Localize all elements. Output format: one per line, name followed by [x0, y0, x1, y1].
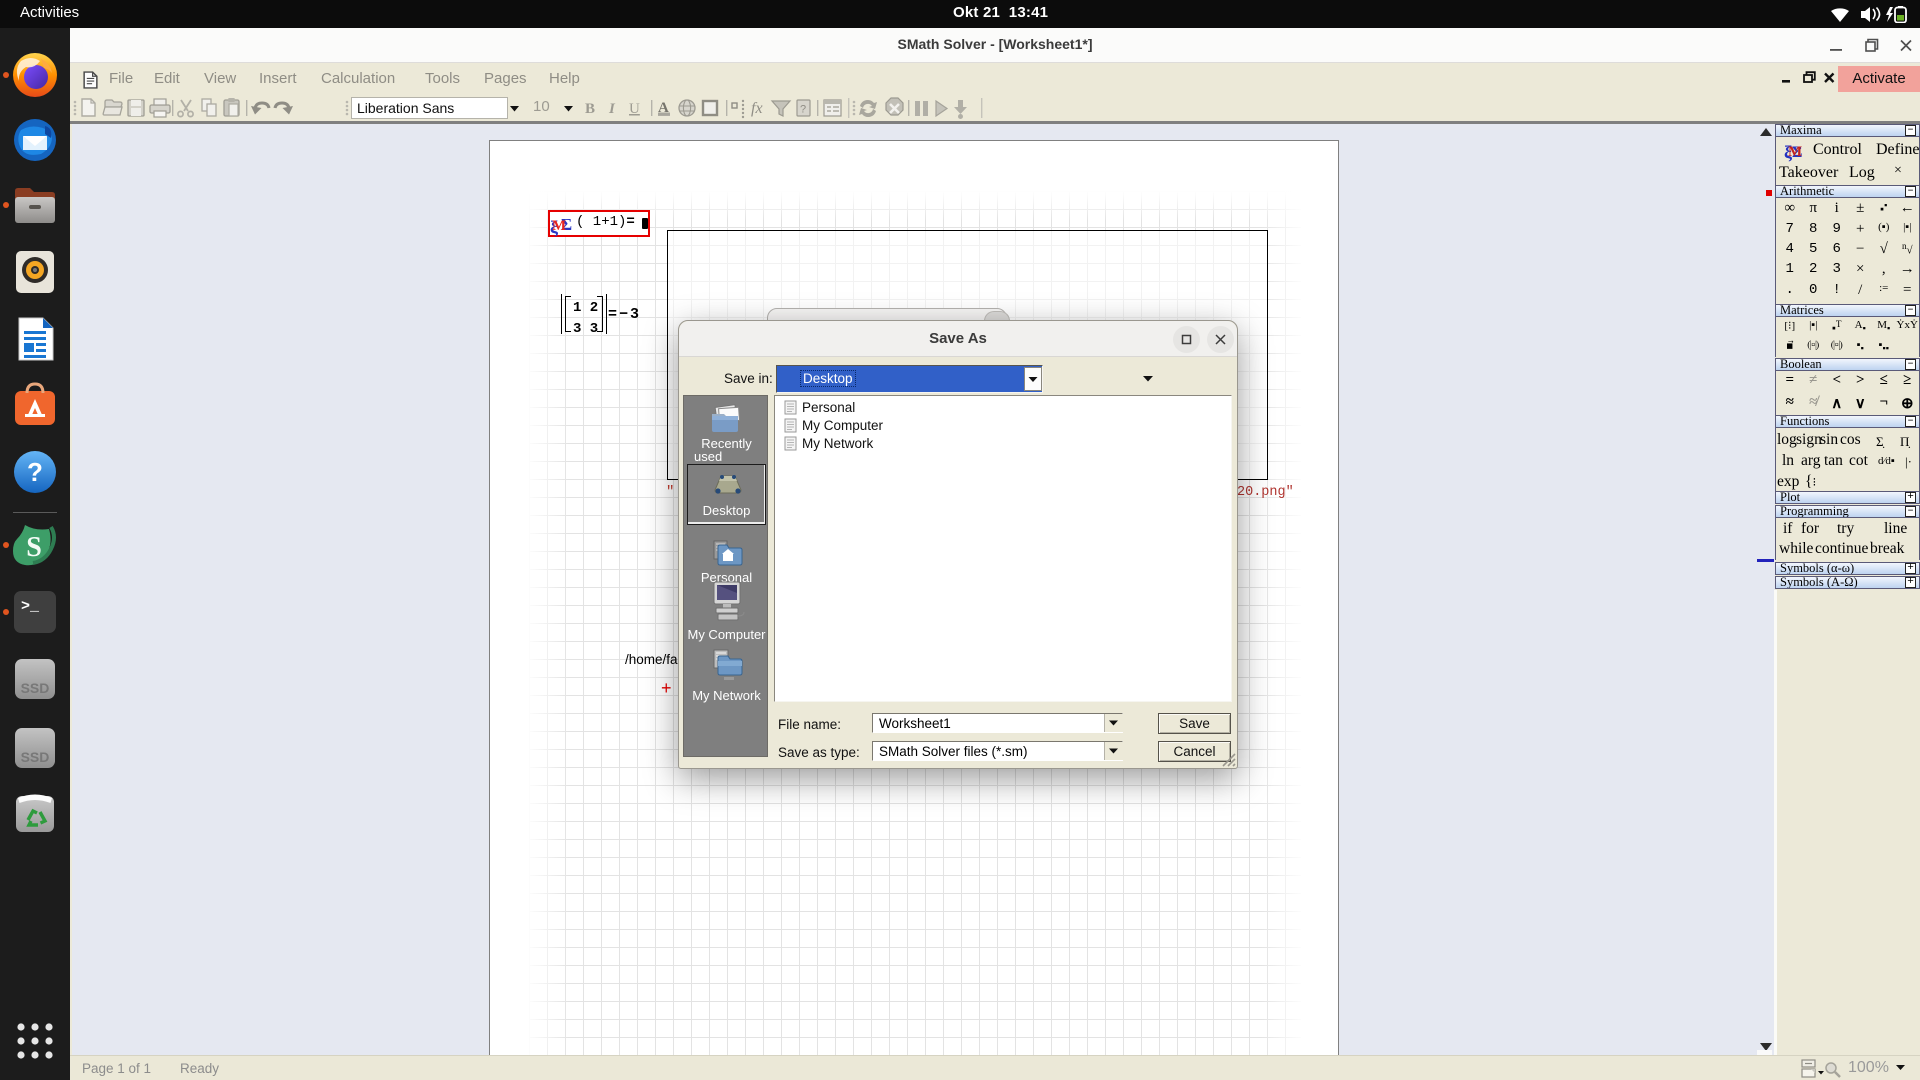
svg-text:U: U [629, 101, 640, 117]
svg-text:?: ? [27, 457, 43, 487]
svg-text:?: ? [800, 104, 806, 116]
svg-text:M: M [1788, 144, 1802, 160]
svg-text:SSD: SSD [21, 680, 50, 696]
svg-text:I: I [608, 101, 616, 117]
svg-text:fx: fx [751, 100, 763, 117]
svg-text:B: B [585, 101, 595, 117]
svg-text:M: M [552, 218, 566, 234]
svg-text:S: S [26, 532, 42, 563]
svg-text:SSD: SSD [21, 749, 50, 765]
svg-text:>_: >_ [21, 598, 40, 615]
